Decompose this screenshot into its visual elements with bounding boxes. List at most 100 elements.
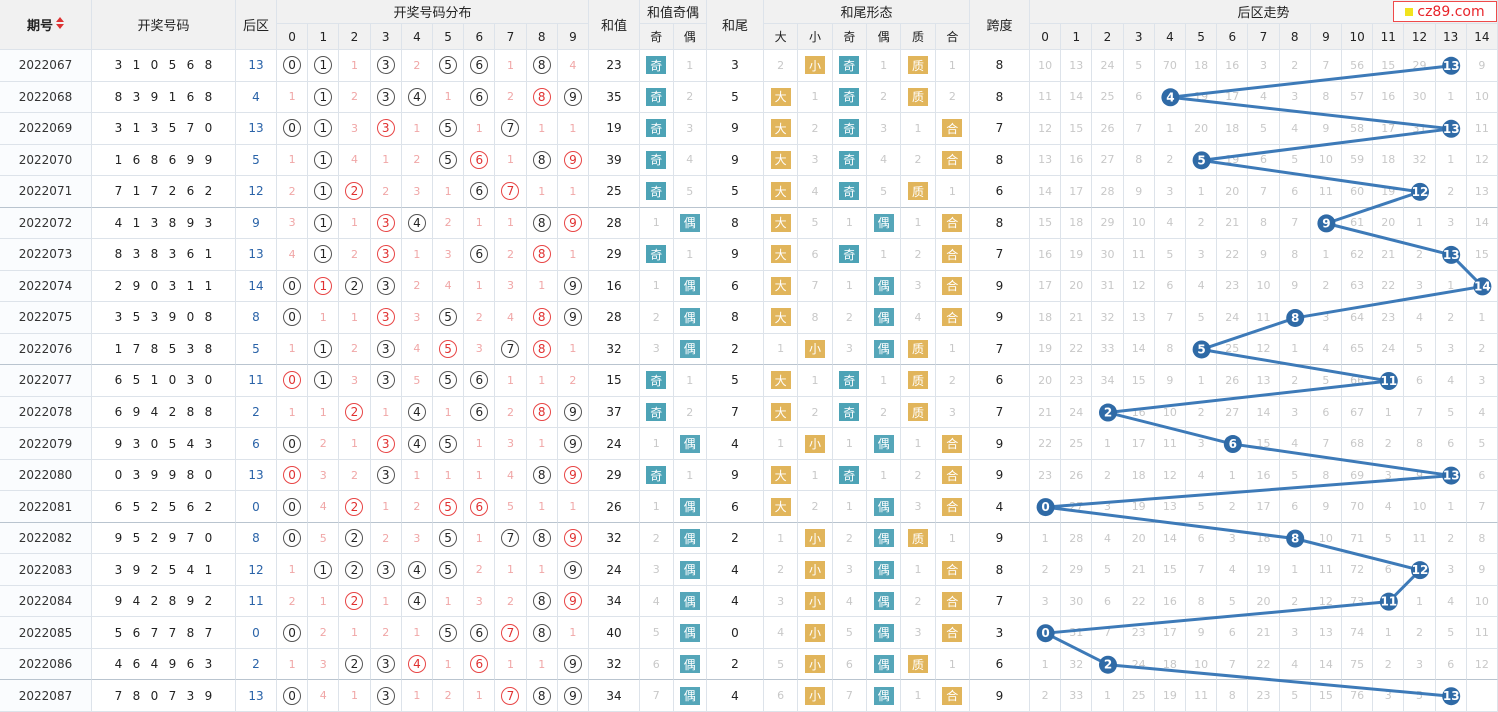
dist-cell: 3 xyxy=(370,239,402,271)
period-cell[interactable]: 2022068 xyxy=(0,81,92,114)
header-span[interactable]: 跨度 xyxy=(970,0,1030,50)
period-cell[interactable]: 2022076 xyxy=(0,333,92,366)
header-draw[interactable]: 开奖号码 xyxy=(92,0,236,50)
tail-even-badge: 偶 xyxy=(873,529,894,548)
dist-col-7[interactable]: 7 xyxy=(495,24,527,50)
header-tail[interactable]: 和尾 xyxy=(707,0,764,50)
tail-form-big: 大 xyxy=(764,144,799,177)
period-cell[interactable]: 2022071 xyxy=(0,176,92,208)
dist-cell: 7 xyxy=(495,522,527,555)
tail-form-col-even[interactable]: 偶 xyxy=(867,24,902,50)
period-cell[interactable]: 2022080 xyxy=(0,459,92,492)
period-cell[interactable]: 2022081 xyxy=(0,491,92,523)
header-period[interactable]: 期号 xyxy=(0,0,92,50)
tail-form-col-composite[interactable]: 合 xyxy=(935,24,970,50)
period-cell[interactable]: 2022072 xyxy=(0,207,92,240)
tail-form-even: 1 xyxy=(867,459,902,492)
period-cell[interactable]: 2022078 xyxy=(0,396,92,429)
trend-col-14[interactable]: 14 xyxy=(1466,24,1498,50)
trend-col-11[interactable]: 11 xyxy=(1373,24,1405,50)
miss-count: 6 xyxy=(845,657,853,671)
trend-col-13[interactable]: 13 xyxy=(1435,24,1467,50)
back-number: 14 xyxy=(236,270,277,303)
period-cell[interactable]: 2022075 xyxy=(0,302,92,334)
period-cell[interactable]: 2022083 xyxy=(0,554,92,586)
dist-col-6[interactable]: 6 xyxy=(464,24,496,50)
dist-col-5[interactable]: 5 xyxy=(433,24,465,50)
drawn-digit-ball: 3 xyxy=(376,245,395,264)
trend-col-7[interactable]: 7 xyxy=(1248,24,1280,50)
trend-col-0[interactable]: 0 xyxy=(1030,24,1062,50)
trend-col-9[interactable]: 9 xyxy=(1310,24,1342,50)
period-cell[interactable]: 2022087 xyxy=(0,680,92,712)
site-logo[interactable]: cz89.com xyxy=(1393,1,1497,22)
trend-cell: 10 xyxy=(1154,396,1186,429)
sum-oe-col-even[interactable]: 偶 xyxy=(673,24,707,50)
period-cell[interactable]: 2022084 xyxy=(0,585,92,618)
trend-cell: 12 xyxy=(1248,333,1280,366)
dist-col-9[interactable]: 9 xyxy=(557,24,589,50)
miss-count: 1 xyxy=(880,373,888,387)
trend-col-12[interactable]: 12 xyxy=(1404,24,1436,50)
miss-count: 4 xyxy=(811,184,819,198)
period-cell[interactable]: 2022067 xyxy=(0,50,92,82)
drawn-digit-ball: 9 xyxy=(563,655,582,674)
trend-cell: 30 xyxy=(1092,239,1124,271)
dist-col-0[interactable]: 0 xyxy=(277,24,309,50)
trend-cell: 21 xyxy=(1061,302,1093,334)
period-cell[interactable]: 2022077 xyxy=(0,365,92,397)
trend-miss-count: 23 xyxy=(1038,468,1053,482)
dist-col-1[interactable]: 1 xyxy=(308,24,340,50)
back-number: 13 xyxy=(236,50,277,82)
trend-cell: 25 xyxy=(1092,81,1124,114)
period-cell[interactable]: 2022085 xyxy=(0,617,92,649)
miss-count: 1 xyxy=(413,689,421,703)
trend-miss-count: 11 xyxy=(1194,689,1209,703)
dist-col-3[interactable]: 3 xyxy=(370,24,402,50)
back-value: 13 xyxy=(248,688,264,703)
trend-col-3[interactable]: 3 xyxy=(1123,24,1155,50)
trend-miss-count: 9 xyxy=(1415,468,1423,482)
header-sum[interactable]: 和值 xyxy=(589,0,640,50)
period-cell[interactable]: 2022070 xyxy=(0,144,92,177)
sort-icon[interactable] xyxy=(56,16,64,33)
trend-col-4[interactable]: 4 xyxy=(1154,24,1186,50)
period-cell[interactable]: 2022074 xyxy=(0,270,92,303)
dist-cell: 3 xyxy=(277,207,309,240)
dist-cell: 2 xyxy=(495,81,527,114)
tail-form-col-prime[interactable]: 质 xyxy=(901,24,936,50)
trend-cell: 57 xyxy=(1342,81,1374,114)
header-back[interactable]: 后区 xyxy=(236,0,277,50)
tail-form-col-big[interactable]: 大 xyxy=(764,24,799,50)
dist-col-2[interactable]: 2 xyxy=(339,24,371,50)
dist-col-4[interactable]: 4 xyxy=(401,24,433,50)
trend-col-6[interactable]: 6 xyxy=(1217,24,1249,50)
tail-form-col-small[interactable]: 小 xyxy=(798,24,833,50)
period-cell[interactable]: 2022069 xyxy=(0,113,92,145)
trend-col-8[interactable]: 8 xyxy=(1279,24,1311,50)
period-cell[interactable]: 2022082 xyxy=(0,522,92,555)
tail-value: 5 xyxy=(731,184,739,199)
trend-miss-count: 69 xyxy=(1350,468,1365,482)
trend-miss-count: 10 xyxy=(1318,531,1333,545)
period-cell[interactable]: 2022079 xyxy=(0,428,92,460)
dist-cell: 2 xyxy=(308,428,340,460)
drawn-digit-ball: 1 xyxy=(314,560,333,579)
miss-count: 2 xyxy=(382,626,390,640)
trend-cell: 11 xyxy=(1186,680,1218,712)
trend-col-5[interactable]: 5 xyxy=(1186,24,1218,50)
miss-count: 1 xyxy=(538,657,546,671)
period-cell[interactable]: 2022086 xyxy=(0,648,92,681)
dist-cell: 4 xyxy=(401,648,433,681)
period-cell[interactable]: 2022073 xyxy=(0,239,92,271)
dist-cell: 1 xyxy=(495,365,527,397)
trend-col-10[interactable]: 10 xyxy=(1342,24,1374,50)
tail-form-col-odd[interactable]: 奇 xyxy=(832,24,867,50)
dist-col-8[interactable]: 8 xyxy=(526,24,558,50)
sum-oe-col-odd[interactable]: 奇 xyxy=(640,24,674,50)
tail-value: 2 xyxy=(731,341,739,356)
trend-miss-count: 3 xyxy=(1166,184,1174,198)
draw-digit: 5 xyxy=(168,341,177,356)
trend-col-2[interactable]: 2 xyxy=(1092,24,1124,50)
trend-col-1[interactable]: 1 xyxy=(1061,24,1093,50)
